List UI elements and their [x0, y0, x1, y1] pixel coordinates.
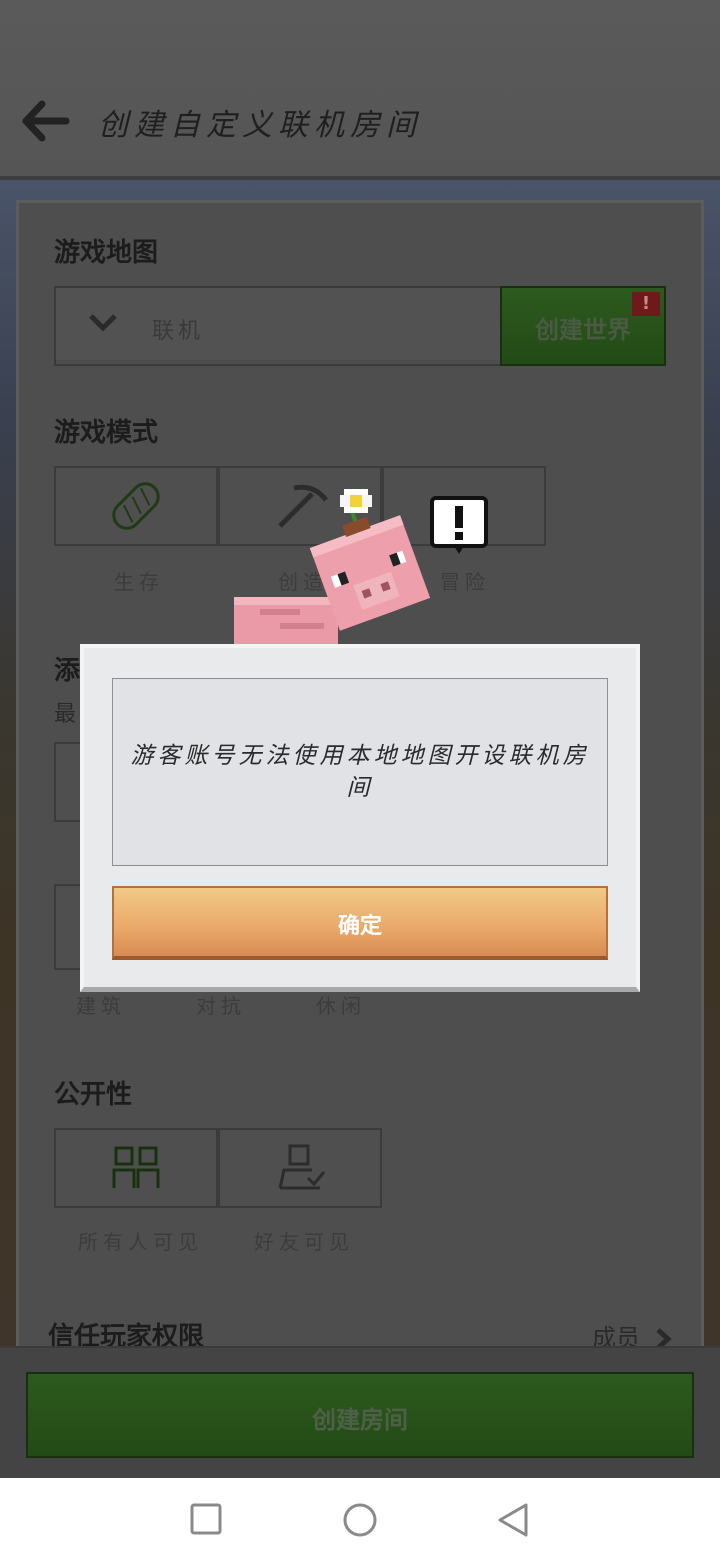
header-bar [0, 0, 720, 180]
map-dropdown[interactable] [54, 286, 502, 366]
bread-icon [112, 482, 160, 530]
mode-label-survival: 生存 [114, 570, 164, 594]
create-room-label: 创建房间 [312, 1406, 408, 1434]
mode-survival-tile[interactable] [54, 466, 218, 546]
dialog-message: 游客账号无法使用本地地图开设联机房间 [130, 743, 590, 801]
map-section-title: 游戏地图 [54, 238, 159, 268]
map-dropdown-value: 联机 [152, 319, 205, 344]
recent-apps-icon[interactable] [190, 1503, 222, 1535]
warning-badge: ! [632, 292, 660, 316]
back-nav-icon[interactable] [496, 1502, 530, 1538]
tag-label-build: 建筑 [76, 994, 126, 1018]
visibility-label-friends: 好友可见 [254, 1230, 354, 1254]
addon-section-title: 添 [54, 656, 81, 686]
page-title: 创建自定义联机房间 [98, 108, 422, 143]
confirm-label: 确定 [337, 914, 382, 939]
tag-label-casual: 休闲 [316, 994, 366, 1018]
visibility-section-title: 公开性 [54, 1080, 133, 1110]
chevron-down-icon [89, 314, 117, 332]
addon-section-subtitle: 最 [54, 702, 77, 727]
people-icon [112, 1146, 160, 1188]
mode-label-adventure: 冒险 [440, 570, 490, 594]
visibility-friends-tile[interactable] [218, 1128, 382, 1208]
back-arrow-icon[interactable] [20, 98, 70, 144]
alert-bubble-icon [430, 496, 488, 554]
visibility-everyone-tile[interactable] [54, 1128, 218, 1208]
tag-label-pvp: 对抗 [196, 994, 246, 1018]
mode-section-title: 游戏模式 [54, 418, 159, 448]
friend-icon [278, 1144, 326, 1190]
home-icon[interactable] [342, 1502, 378, 1538]
pig-mascot-icon [234, 489, 431, 645]
visibility-label-everyone: 所有人可见 [78, 1230, 203, 1254]
create-room-button[interactable]: 创建房间 [26, 1372, 694, 1458]
confirm-button[interactable]: 确定 [112, 886, 608, 960]
